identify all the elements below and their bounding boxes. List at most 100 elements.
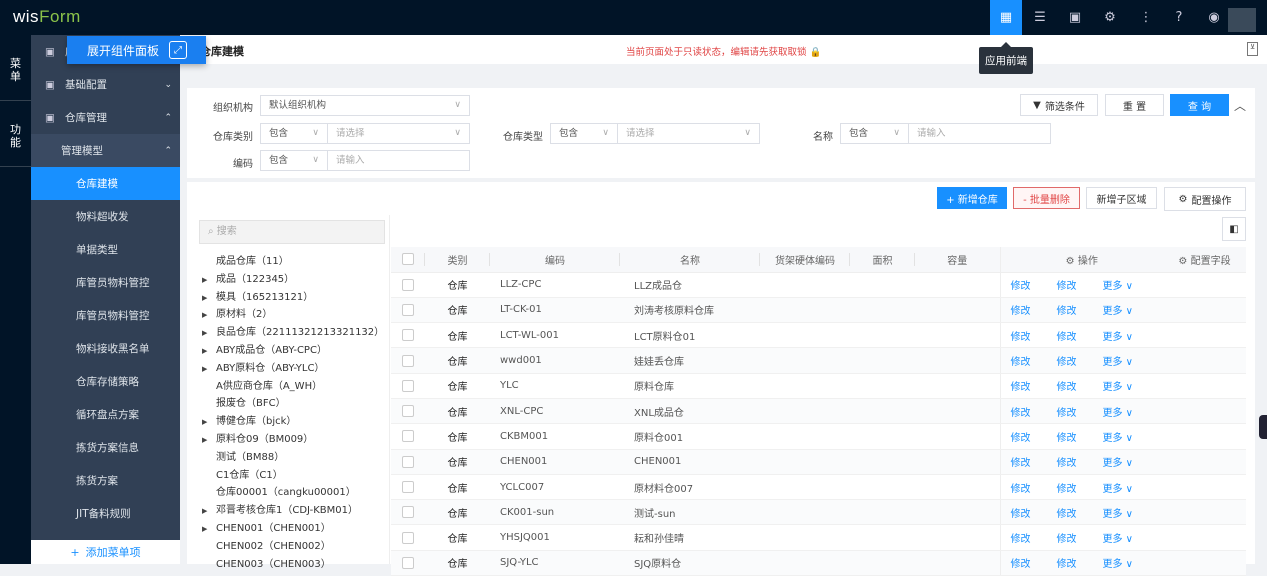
tree-node[interactable]: CHEN003（CHEN003）	[202, 555, 331, 570]
edit-link[interactable]: 修改	[1011, 378, 1031, 393]
edit-link[interactable]: 修改	[1057, 530, 1077, 545]
edit-link[interactable]: 修改	[1011, 302, 1031, 317]
user-icon[interactable]: ◉	[1198, 0, 1230, 35]
expand-panel-button[interactable]: 展开组件面板 ⤢	[67, 36, 206, 64]
table-row[interactable]: 仓库 YHSJQ001 耘和孙佳晴 修改 修改 更多 ∨	[391, 524, 1246, 551]
tree-node[interactable]: A供应商仓库（A_WH）	[202, 377, 322, 392]
edit-link[interactable]: 修改	[1057, 555, 1077, 570]
tree-node[interactable]: 测试（BM88）	[202, 448, 284, 463]
edit-link[interactable]: 修改	[1011, 530, 1031, 545]
type-operator[interactable]: 包含 ∨	[550, 123, 618, 144]
caret-right-icon[interactable]: ▶	[202, 311, 216, 319]
sidebar-item[interactable]: 物料接收黑名单	[31, 332, 180, 365]
reset-button[interactable]: 重 置	[1105, 94, 1164, 116]
more-dropdown[interactable]: 更多 ∨	[1103, 404, 1134, 419]
table-row[interactable]: 仓库 CKBM001 原料仓001 修改 修改 更多 ∨	[391, 423, 1246, 450]
table-row[interactable]: 仓库 CHEN001 CHEN001 修改 修改 更多 ∨	[391, 449, 1246, 475]
edit-link[interactable]: 修改	[1057, 378, 1077, 393]
more-dropdown[interactable]: 更多 ∨	[1103, 505, 1134, 520]
row-checkbox[interactable]	[391, 297, 425, 324]
sidebar-item[interactable]: 单据类型	[31, 233, 180, 266]
edit-link[interactable]: 修改	[1011, 454, 1031, 469]
row-checkbox[interactable]	[391, 322, 425, 349]
add-warehouse-button[interactable]: + 新增仓库	[937, 187, 1007, 209]
window-settings-icon[interactable]: ⚙	[1094, 0, 1126, 35]
scrollbar[interactable]	[1259, 415, 1267, 439]
more-dropdown[interactable]: 更多 ∨	[1103, 429, 1134, 444]
edit-link[interactable]: 修改	[1057, 302, 1077, 317]
menu-tab[interactable]: 菜单	[0, 57, 31, 83]
add-menu-item-button[interactable]: + 添加菜单项	[31, 540, 180, 564]
row-checkbox[interactable]	[391, 499, 425, 526]
edit-link[interactable]: 修改	[1011, 555, 1031, 570]
edit-link[interactable]: 修改	[1011, 277, 1031, 292]
tree-node[interactable]: 仓库00001（cangku00001）	[202, 483, 356, 498]
row-checkbox[interactable]	[391, 373, 425, 399]
code-operator[interactable]: 包含 ∨	[260, 150, 328, 171]
table-row[interactable]: 仓库 LT-CK-01 刘涛考核原料仓库 修改 修改 更多 ∨	[391, 297, 1246, 324]
tree-node[interactable]: 成品仓库（11）	[202, 252, 289, 267]
col-header-actions[interactable]: ⚙ 操作	[999, 247, 1163, 273]
table-row[interactable]: 仓库 YLC 原料仓库 修改 修改 更多 ∨	[391, 373, 1246, 399]
export-icon[interactable]: ⊻	[1247, 42, 1258, 56]
sidebar-item[interactable]: 拣货方案信息	[31, 431, 180, 464]
tree-node[interactable]: ▶ 原材料（2）	[202, 305, 272, 320]
tree-search-input[interactable]: ⌕ 搜索	[199, 220, 385, 244]
collapse-icon[interactable]: ︿	[1234, 97, 1246, 114]
query-button[interactable]: 查 询	[1170, 94, 1229, 116]
caret-right-icon[interactable]: ▶	[202, 347, 216, 355]
tree-node[interactable]: ▶ 模具（165213121）	[202, 288, 313, 303]
col-header[interactable]: 类别	[425, 247, 490, 273]
sidebar-item[interactable]: 循环盘点方案	[31, 398, 180, 431]
config-ops-button[interactable]: ⚙ 配置操作	[1164, 187, 1246, 211]
edit-link[interactable]: 修改	[1011, 328, 1031, 343]
edit-link[interactable]: 修改	[1011, 353, 1031, 368]
name-input[interactable]: 请输入	[908, 123, 1051, 144]
more-dropdown[interactable]: 更多 ∨	[1103, 530, 1134, 545]
caret-right-icon[interactable]: ▶	[202, 436, 216, 444]
filter-conditions-button[interactable]: ▼ 筛选条件	[1020, 94, 1098, 116]
tree-node[interactable]: ▶ CHEN001（CHEN001）	[202, 519, 331, 534]
tree-node[interactable]: ▶ ABY原料仓（ABY-YLC）	[202, 359, 324, 374]
row-checkbox[interactable]	[391, 423, 425, 450]
edit-link[interactable]: 修改	[1011, 404, 1031, 419]
caret-right-icon[interactable]: ▶	[202, 365, 216, 373]
select-all-checkbox[interactable]	[391, 247, 425, 273]
tree-node[interactable]: ▶ ABY成品仓（ABY-CPC）	[202, 341, 327, 356]
edit-link[interactable]: 修改	[1057, 277, 1077, 292]
sidebar-item[interactable]: ▣ 仓库管理 ⌃	[31, 101, 180, 134]
add-subarea-button[interactable]: 新增子区域	[1086, 187, 1157, 209]
table-row[interactable]: 仓库 wwd001 娃娃丢仓库 修改 修改 更多 ∨	[391, 347, 1246, 374]
name-operator[interactable]: 包含 ∨	[840, 123, 909, 144]
edit-link[interactable]: 修改	[1057, 480, 1077, 495]
edit-link[interactable]: 修改	[1057, 353, 1077, 368]
avatar[interactable]	[1228, 8, 1256, 32]
table-row[interactable]: 仓库 XNL-CPC XNL成品仓 修改 修改 更多 ∨	[391, 398, 1246, 425]
table-row[interactable]: 仓库 SJQ-YLC SJQ原料仓 修改 修改 更多 ∨	[391, 550, 1246, 576]
row-checkbox[interactable]	[391, 474, 425, 501]
sidebar-item[interactable]: ▣ 基础配置 ⌄	[31, 68, 180, 101]
sidebar-item[interactable]: 管理模型 ⌃	[31, 134, 180, 167]
sidebar-item[interactable]: 库管员物料管控	[31, 266, 180, 299]
edit-link[interactable]: 修改	[1057, 328, 1077, 343]
tree-node[interactable]: 报废仓（BFC）	[202, 394, 286, 409]
code-input[interactable]: 请输入	[327, 150, 470, 171]
edit-link[interactable]: 修改	[1057, 454, 1077, 469]
col-header[interactable]: 容量	[915, 247, 1000, 273]
edit-link[interactable]: 修改	[1057, 404, 1077, 419]
batch-delete-button[interactable]: - 批量删除	[1013, 187, 1080, 209]
caret-right-icon[interactable]: ▶	[202, 525, 216, 533]
caret-right-icon[interactable]: ▶	[202, 507, 216, 515]
database-icon[interactable]: ☰	[1024, 0, 1056, 35]
sidebar-item[interactable]: 库管员物料管控	[31, 299, 180, 332]
col-header[interactable]: 面积	[850, 247, 915, 273]
col-header[interactable]: 货架硬体编码	[760, 247, 850, 273]
config-fields-button[interactable]: ⚙ 配置字段	[1163, 247, 1246, 273]
tree-node[interactable]: ▶ 成品（122345）	[202, 270, 294, 285]
edit-link[interactable]: 修改	[1011, 505, 1031, 520]
more-dropdown[interactable]: 更多 ∨	[1103, 480, 1134, 495]
col-header[interactable]: 名称	[620, 247, 760, 273]
caret-right-icon[interactable]: ▶	[202, 329, 216, 337]
tree-node[interactable]: C1仓库（C1）	[202, 466, 283, 481]
edit-link[interactable]: 修改	[1057, 505, 1077, 520]
